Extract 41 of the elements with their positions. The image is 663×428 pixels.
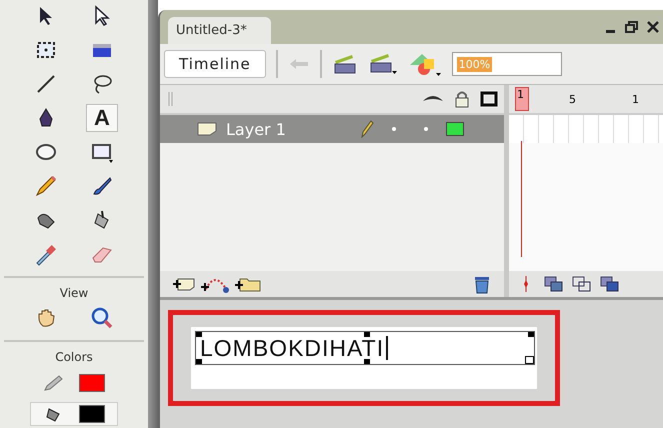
outline-color-swatch[interactable]: [446, 122, 464, 136]
pencil-icon: [360, 120, 374, 138]
document-tab[interactable]: Untitled-3*: [168, 17, 271, 44]
scene-icon[interactable]: [332, 53, 358, 75]
dropper-icon: [34, 242, 58, 266]
timeline-button[interactable]: Timeline: [164, 50, 266, 78]
close-icon[interactable]: [647, 20, 659, 34]
colors-label: Colors: [55, 350, 93, 364]
edit-frames-icon[interactable]: [599, 275, 621, 293]
lock-dot[interactable]: [424, 127, 428, 131]
playhead[interactable]: 1: [515, 87, 529, 111]
pencil-icon: [43, 374, 65, 392]
visibility-dot[interactable]: [392, 127, 396, 131]
text-field[interactable]: LOMBOKDIHATI: [195, 331, 535, 365]
frame-number: 1: [632, 92, 639, 106]
trash-icon[interactable]: [472, 274, 492, 294]
outline-icon[interactable]: [480, 91, 498, 107]
fill-color-swatch[interactable]: [79, 405, 105, 423]
layer-name: Layer 1: [226, 120, 287, 138]
lock-icon[interactable]: [454, 90, 470, 108]
selection-handle[interactable]: [364, 359, 370, 364]
scene-menu-icon[interactable]: [368, 52, 398, 76]
pencil-icon: [34, 174, 58, 198]
view-label: View: [60, 286, 88, 300]
selection-handle[interactable]: [196, 359, 202, 364]
selection-handle[interactable]: [364, 332, 370, 337]
resize-handle[interactable]: [525, 356, 534, 364]
frame-number: 5: [569, 92, 576, 106]
text-tool-button[interactable]: A: [86, 104, 118, 132]
layer-icon: [196, 121, 218, 137]
selection-handle[interactable]: [528, 332, 534, 337]
stroke-color-swatch[interactable]: [79, 374, 105, 392]
grip-icon[interactable]: [168, 92, 174, 106]
onion-skin-icon[interactable]: [543, 275, 565, 293]
onion-outline-icon[interactable]: [571, 275, 593, 293]
selection-handle[interactable]: [196, 332, 202, 337]
stage-text: LOMBOKDIHATI: [200, 334, 384, 362]
shapes-menu-icon[interactable]: [408, 51, 442, 77]
fill-color-control[interactable]: [30, 402, 118, 426]
restore-icon[interactable]: [625, 20, 639, 34]
zoom-icon: [90, 306, 114, 330]
